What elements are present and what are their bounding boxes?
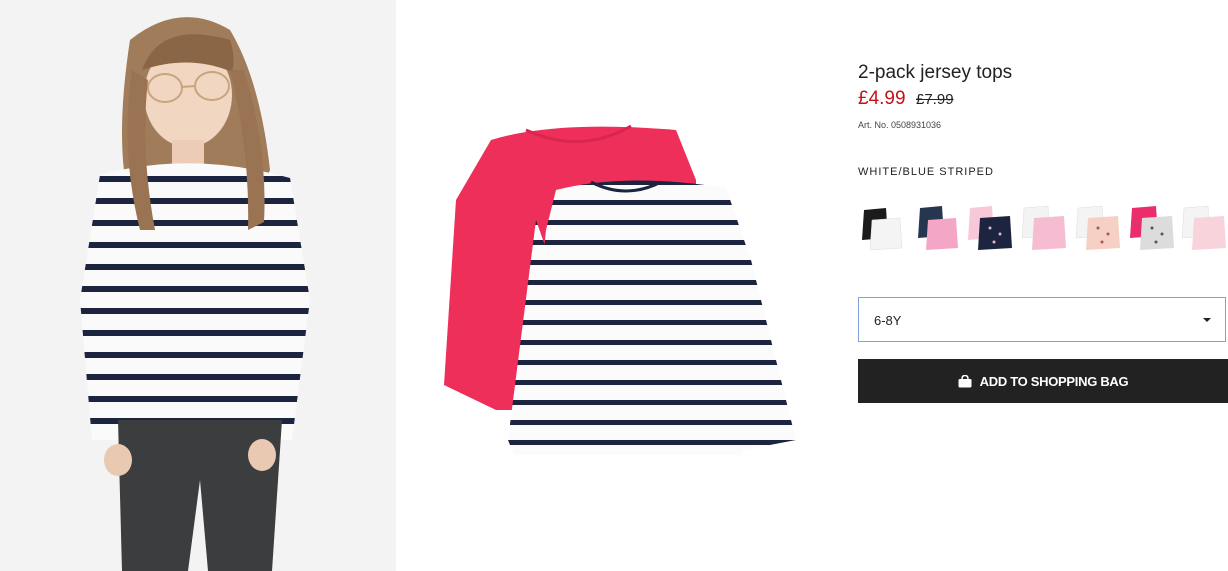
product-photo[interactable] [396,0,836,571]
swatch-navy-pink[interactable] [912,204,960,254]
model-photo[interactable] [0,0,396,571]
shopping-bag-icon [958,374,972,387]
swatch-image [1075,205,1120,250]
swatch-pink-grey-print[interactable] [1128,204,1176,254]
add-to-bag-button[interactable]: ADD TO SHOPPING BAG [858,359,1228,403]
selected-color-name: WHITE/BLUE STRIPED [858,166,994,178]
article-number: Art. No. 0508931036 [858,120,942,130]
size-select[interactable]: 6-8Y [858,297,1226,342]
chevron-down-icon [1203,318,1211,322]
swatch-white-pink-print[interactable] [1074,204,1122,254]
price-block: £4.99 £7.99 [858,88,954,110]
swatch-image [1130,206,1174,250]
swatch-pink-navy-print[interactable] [966,204,1014,254]
original-price: £7.99 [916,91,954,108]
swatch-image [918,206,958,250]
product-title: 2-pack jersey tops [858,62,1013,83]
product-info: 2-pack jersey tops £4.99 £7.99 Art. No. … [858,0,1228,571]
swatch-image [1181,205,1226,250]
add-to-bag-label: ADD TO SHOPPING BAG [979,373,1129,389]
sale-price: £4.99 [858,88,906,109]
swatch-image [862,208,903,251]
size-selected-value: 6-8Y [874,313,902,328]
model-image [0,0,396,571]
swatch-image [968,206,1012,250]
swatch-white-light-pink[interactable] [1180,204,1228,254]
swatch-black-white[interactable] [858,204,906,254]
swatch-image [1021,205,1066,250]
swatch-white-pink[interactable] [1020,204,1068,254]
color-swatches [858,204,1228,254]
product-image [396,0,836,571]
